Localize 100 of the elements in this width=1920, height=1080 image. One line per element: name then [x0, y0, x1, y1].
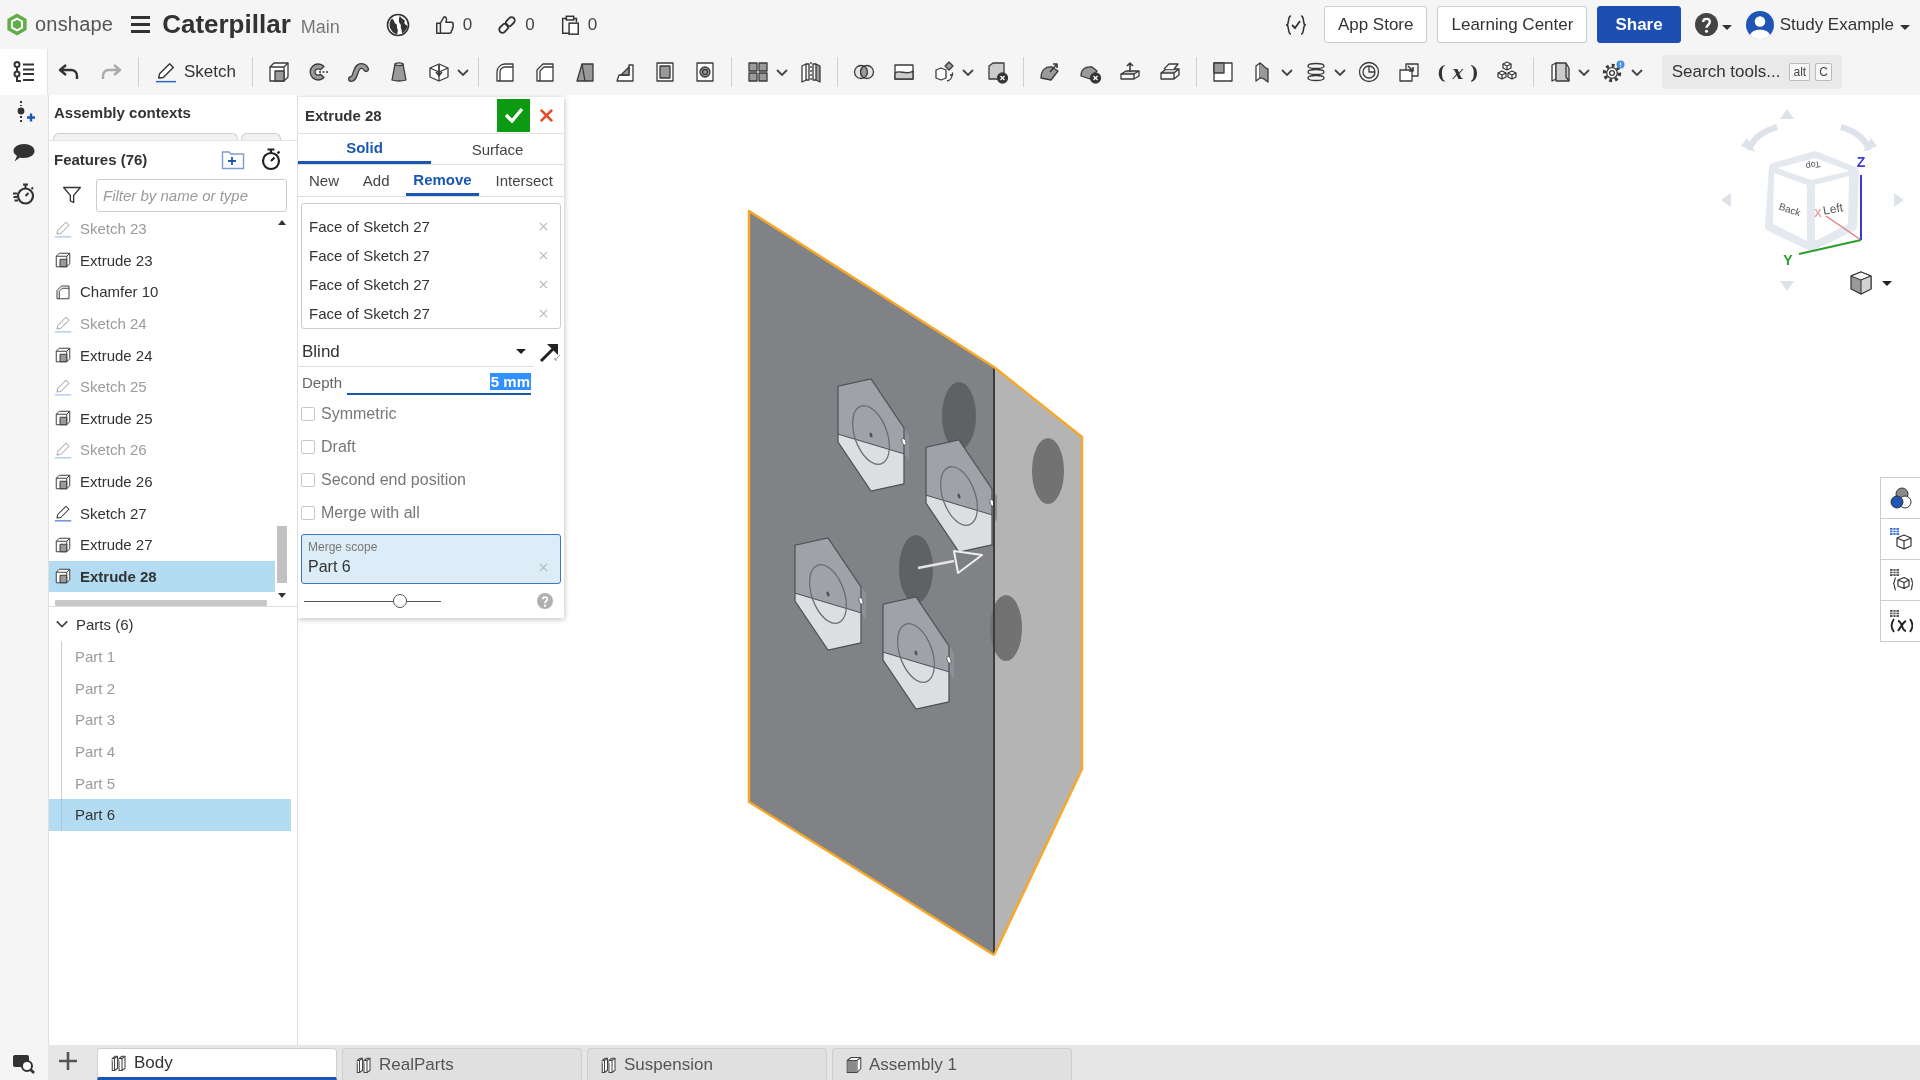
feature-item[interactable]: Chamfer 10 [49, 276, 275, 308]
box-delete-icon[interactable] [985, 60, 1009, 84]
grid-cube-icon[interactable] [1889, 527, 1913, 551]
feature-item[interactable]: Extrude 27 [49, 528, 275, 561]
document-tab[interactable]: Assembly 1 [832, 1048, 1072, 1080]
checkbox-label[interactable]: Second end position [321, 470, 466, 489]
checkbox[interactable] [301, 505, 315, 520]
cube-face-label[interactable]: Top [1805, 158, 1821, 172]
avatar-icon[interactable] [1745, 10, 1774, 39]
merge-scope-field[interactable]: Merge scope Part 6 [301, 534, 561, 584]
rounded-box-icon[interactable] [493, 60, 517, 84]
plus-icon[interactable] [58, 1051, 78, 1071]
close-icon[interactable] [539, 107, 554, 123]
branch-label[interactable]: Main [300, 17, 340, 38]
braces-check-icon[interactable] [1283, 12, 1308, 37]
speech-bubble-icon[interactable] [12, 141, 36, 165]
scrollbar-thumb[interactable] [277, 526, 287, 583]
header-button[interactable]: Learning Center [1437, 6, 1588, 43]
selection-item[interactable]: Face of Sketch 27 [309, 305, 539, 322]
cube-face-label[interactable]: Left [1821, 200, 1845, 218]
document-title[interactable]: Caterpillar [162, 9, 291, 40]
body-type-tab[interactable]: Solid [298, 134, 431, 164]
document-tab[interactable]: Body [97, 1048, 337, 1080]
logo-icon[interactable] [6, 12, 28, 37]
folder-plus-icon[interactable] [221, 148, 245, 170]
clock-icon[interactable] [1357, 60, 1381, 84]
checkbox[interactable] [301, 406, 315, 421]
selection-item[interactable]: Part 6 [308, 558, 539, 576]
grid-icon[interactable] [746, 60, 770, 84]
selection-item[interactable]: Face of Sketch 27 [309, 247, 539, 264]
selection-item[interactable]: Face of Sketch 27 [309, 276, 539, 293]
box-arrow-icon[interactable] [427, 60, 451, 84]
mirror-boxes-icon[interactable] [799, 60, 823, 84]
grid-braces-cube-icon[interactable] [1889, 568, 1913, 592]
operation-tab[interactable]: Add [355, 165, 397, 196]
down-triangle-icon[interactable] [278, 593, 286, 598]
body-type-tab[interactable]: Surface [431, 134, 564, 164]
part-item[interactable]: Part 6 [49, 798, 291, 831]
end-type-dropdown[interactable]: Blind [298, 337, 534, 367]
globe-icon[interactable] [385, 12, 410, 37]
checkbox-label[interactable]: Merge with all [321, 503, 420, 522]
chevron-down-icon[interactable] [962, 68, 974, 76]
chevron-down-icon[interactable] [1334, 68, 1346, 76]
confirm-button[interactable] [497, 98, 530, 132]
stopwatch-icon[interactable] [12, 182, 36, 206]
caret-icon[interactable] [1900, 24, 1910, 30]
wedge-icon[interactable] [573, 60, 597, 84]
operation-tab[interactable]: Remove [406, 165, 479, 196]
feature-item[interactable]: Extrude 24 [49, 339, 275, 371]
slider-thumb[interactable] [392, 593, 407, 608]
checkbox[interactable] [301, 472, 315, 487]
chevron-down-icon[interactable] [1577, 68, 1590, 76]
sketch-button[interactable]: Sketch [149, 57, 242, 87]
feature-tree-icon[interactable] [11, 60, 36, 84]
user-name[interactable]: Study Example [1779, 14, 1894, 35]
logo-text[interactable]: onshape [35, 13, 114, 36]
arc-icon[interactable] [307, 60, 331, 84]
chevron-down-icon[interactable] [1281, 68, 1293, 76]
view-cube[interactable] [1765, 151, 1859, 251]
chevron-down-icon[interactable] [1630, 68, 1643, 76]
gear-icon[interactable] [1600, 60, 1625, 84]
help-icon[interactable] [1694, 13, 1718, 36]
three-circles-icon[interactable] [1889, 486, 1913, 510]
hollow-box-icon[interactable] [653, 60, 677, 84]
share-button[interactable]: Share [1597, 6, 1681, 43]
feature-item[interactable]: Extrude 25 [49, 402, 275, 435]
feature-item[interactable]: Extrude 26 [49, 465, 275, 498]
header-button[interactable]: App Store [1323, 6, 1428, 43]
box-hole-icon[interactable] [693, 60, 717, 84]
operation-tab[interactable]: Intersect [488, 165, 560, 196]
operation-tab[interactable]: New [302, 165, 346, 196]
square-plane-icon[interactable] [1211, 60, 1235, 84]
document-tab[interactable]: Suspension [587, 1048, 827, 1080]
feature-item[interactable]: Sketch 27 [49, 497, 275, 529]
box-icon[interactable] [267, 60, 291, 84]
feature-item[interactable]: Extrude 23 [49, 244, 275, 277]
box-corner-arrow-icon[interactable] [1397, 60, 1421, 84]
search-tools-button[interactable]: Search tools... alt C [1661, 55, 1842, 89]
checkbox[interactable] [301, 439, 315, 454]
variable-button[interactable]: (x) [1437, 61, 1479, 83]
boxes-rotate-icon[interactable] [932, 60, 956, 84]
caret-icon[interactable] [1721, 24, 1732, 30]
feature-item[interactable]: Extrude 28 [49, 560, 275, 593]
menu-icon[interactable] [131, 16, 151, 33]
up-triangle-icon[interactable] [278, 220, 286, 225]
part-model[interactable] [747, 209, 1084, 957]
filter-field[interactable]: Filter by name or type [96, 178, 287, 212]
selection-item[interactable]: Face of Sketch 27 [309, 218, 539, 235]
stopwatch-icon[interactable] [260, 147, 282, 171]
document-tab[interactable]: RealParts [342, 1048, 582, 1080]
parts-title[interactable]: Parts (6) [76, 615, 134, 633]
checkbox-label[interactable]: Draft [321, 437, 356, 456]
chevron-down-icon[interactable] [457, 68, 469, 76]
caret-icon[interactable] [1882, 280, 1892, 286]
curved-pipe-icon[interactable] [347, 60, 371, 84]
grid-parentheses-icon[interactable] [1889, 609, 1913, 633]
beveled-box-icon[interactable] [533, 60, 557, 84]
link-icon[interactable] [496, 13, 519, 36]
filter-icon[interactable] [62, 185, 82, 205]
selection-list[interactable]: Face of Sketch 27 Face of Sketch 27 Face of Sketch 27 Face of Sketch 27 [301, 203, 561, 329]
